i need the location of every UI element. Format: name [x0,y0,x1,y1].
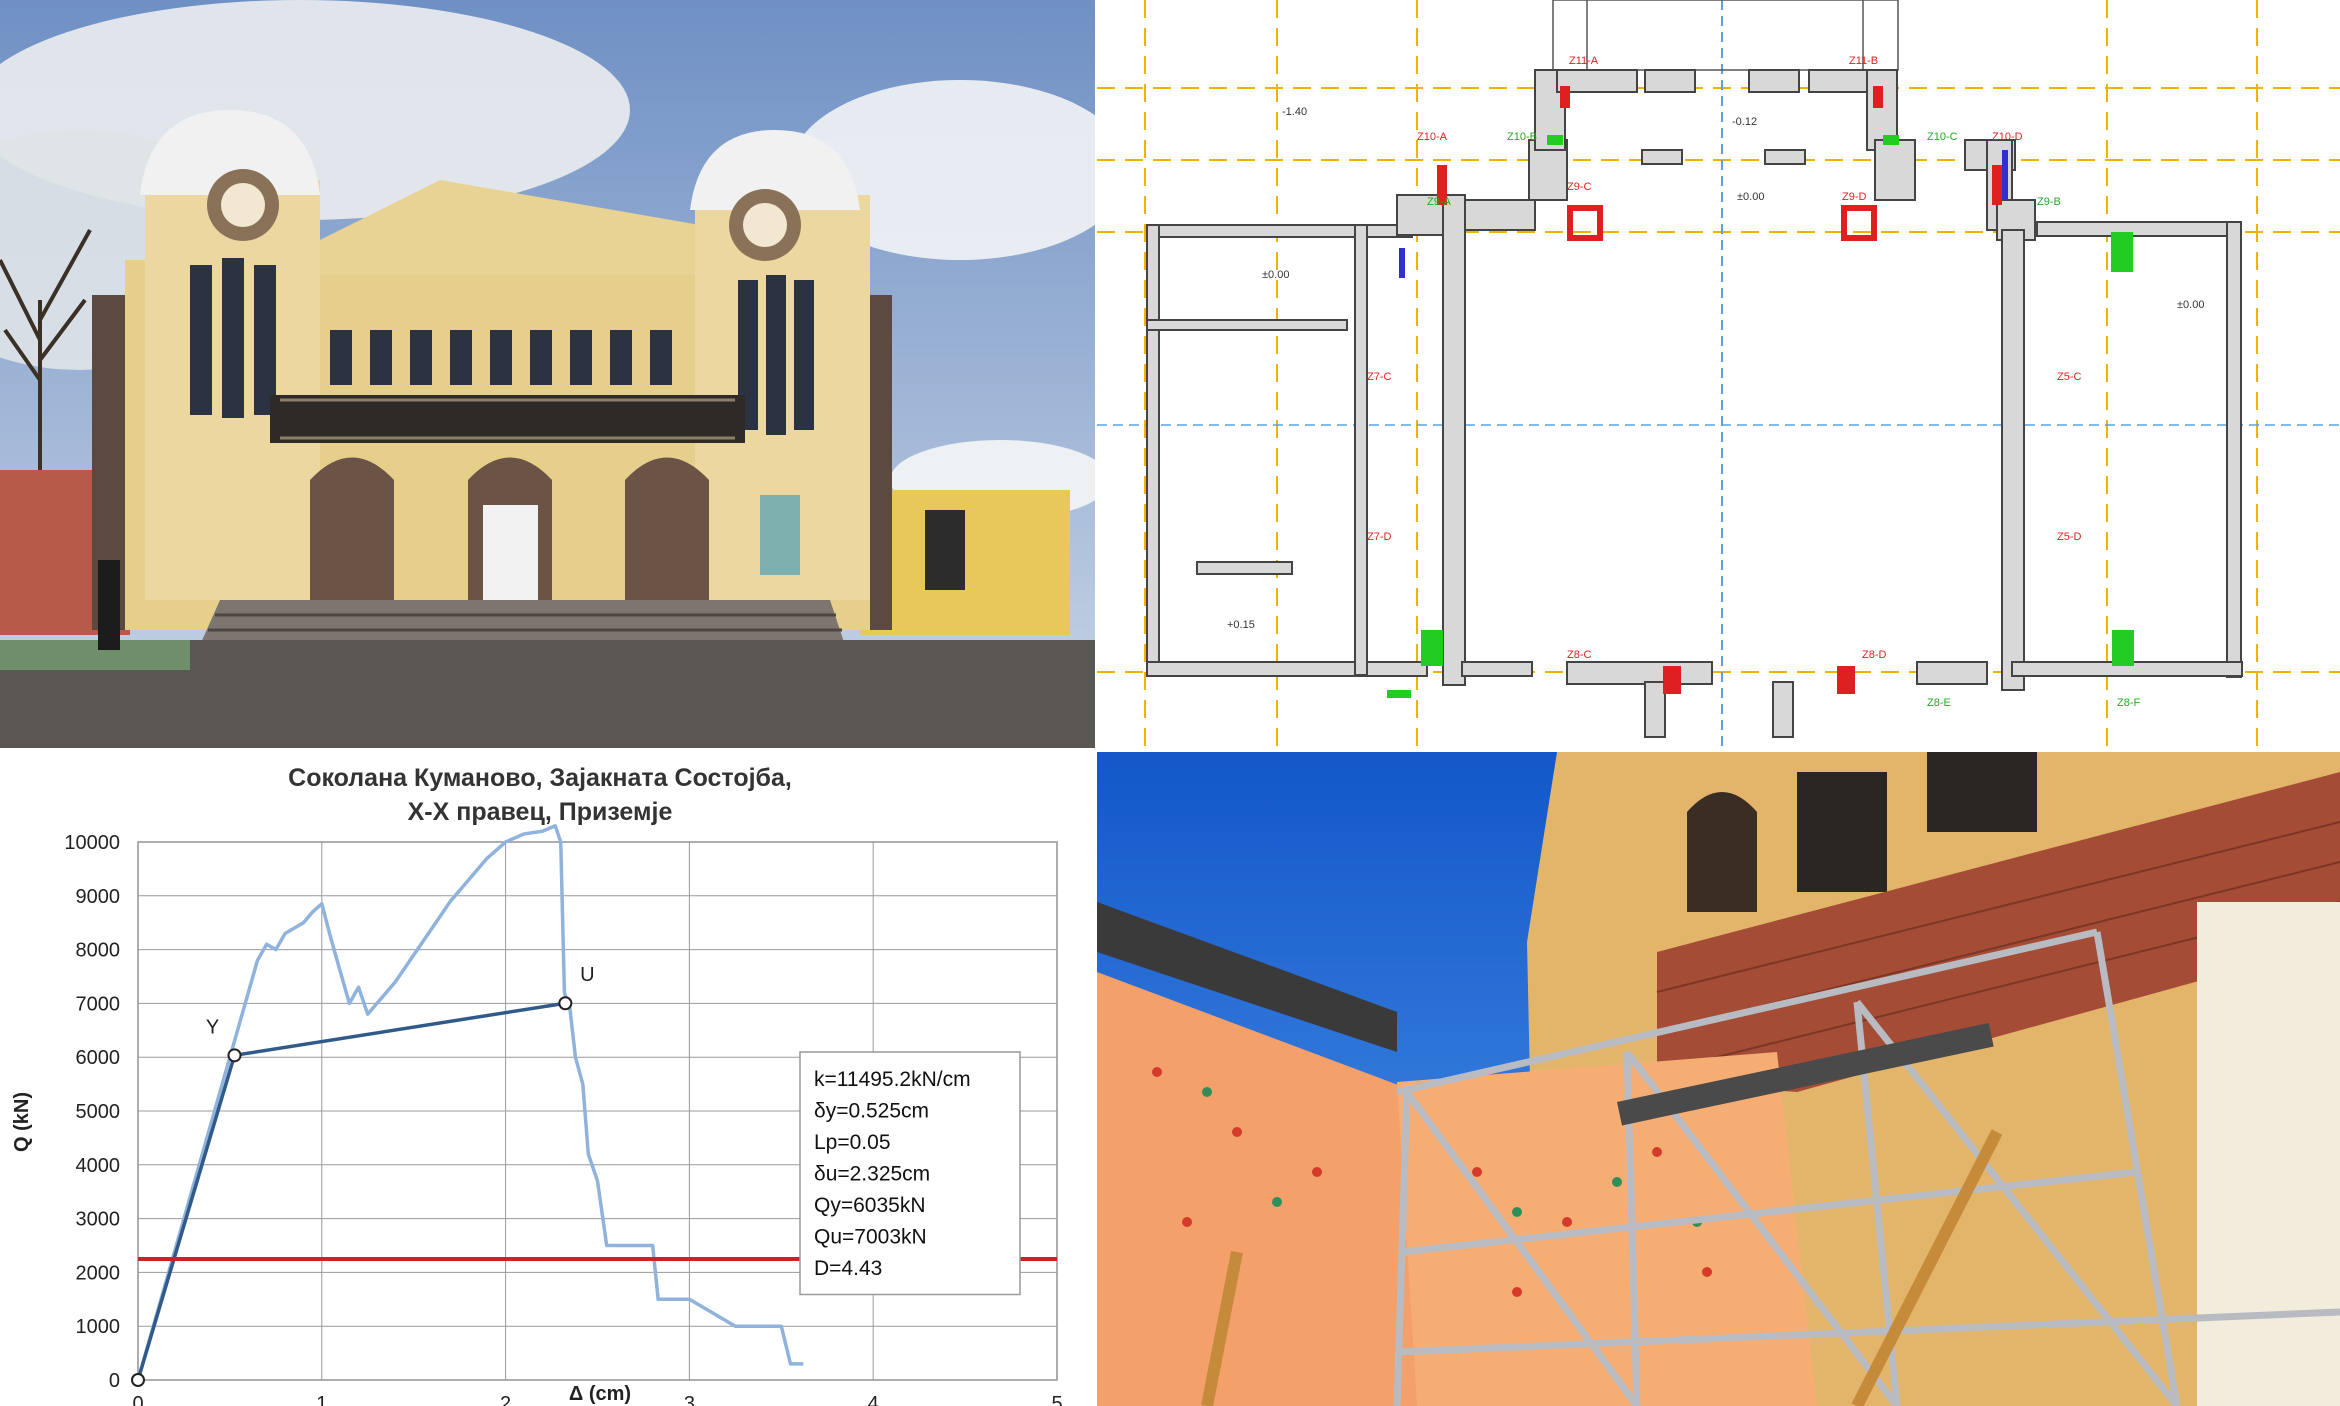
y-tick-label: 7000 [76,993,121,1015]
y-tick-label: 3000 [76,1209,121,1231]
chart-title-line2: X-X правец, Приземје [408,798,673,826]
chart-title-line1: Соколана Куманово, Зајакната Состојба, [288,764,792,792]
x-tick-label: 2 [500,1393,511,1406]
floor-plan-drawing: Z11-A Z11-B Z10-A Z10-D Z9-C Z9-D Z8-C Z… [1097,0,2340,748]
x-tick-label: 3 [684,1393,695,1406]
point-marker [131,1373,145,1387]
level-mark-2: -0.12 [1732,116,1757,128]
scaffolding-illustration [1097,752,2340,1406]
label-z11a: Z11-A [1569,55,1599,67]
label-z10b: Z10-B [1507,131,1537,143]
legend-entry: δu=2.325cm [814,1163,930,1186]
legend-entry: Lp=0.05 [814,1131,891,1154]
level-mark-5: ±0.00 [2177,299,2204,311]
level-mark-4: ±0.00 [1262,269,1289,281]
label-z7d: Z7-D [1367,531,1392,543]
chart-legend: k=11495.2kN/cm δy=0.525cm Lp=0.05 δu=2.325c… [799,1051,1021,1296]
legend-entry: Qy=6035kN [814,1194,925,1217]
y-tick-label: 8000 [76,940,121,962]
label-z5c: Z5-C [2057,371,2082,383]
building-photo [0,0,1095,748]
x-tick-label: 4 [868,1393,879,1406]
y-tick-label: 6000 [76,1047,121,1069]
legend-entry: δy=0.525cm [814,1100,929,1123]
pushover-chart-panel: Соколана Куманово, Зајакната Состојба, X… [0,752,1095,1406]
y-tick-label: 0 [109,1370,120,1392]
building-facade-illustration [0,0,1095,748]
x-tick-label: 1 [316,1393,327,1406]
label-z8f: Z8-F [2117,697,2141,709]
legend-entry: D=4.43 [814,1257,882,1280]
legend-entry: k=11495.2kN/cm [814,1068,971,1091]
level-mark-6: +0.15 [1227,619,1255,631]
label-z8e: Z8-E [1927,697,1951,709]
label-z10d: Z10-D [1992,131,2023,143]
level-mark-1: -1.40 [1282,106,1307,118]
x-tick-label: 0 [132,1393,143,1406]
label-z10c: Z10-C [1927,131,1958,143]
label-z9d: Z9-D [1842,191,1867,203]
label-z9c: Z9-C [1567,181,1592,193]
construction-site-photo [1097,752,2340,1406]
point-marker [558,996,573,1011]
y-tick-label: 9000 [76,886,121,908]
label-z10a: Z10-A [1417,131,1448,143]
point-label: Y [206,1016,219,1038]
x-axis-label: Δ (cm) [569,1383,631,1405]
label-z9b: Z9-B [2037,196,2061,208]
point-marker [227,1048,242,1063]
label-z5d: Z5-D [2057,531,2082,543]
pushover-chart: Соколана Куманово, Зајакната Состојба, X… [11,764,1063,1406]
y-tick-label: 10000 [64,832,120,854]
bilinear-idealization-line [136,1001,566,1381]
capacity-curve-line [136,824,804,1381]
label-z8d: Z8-D [1862,649,1887,661]
legend-entry: Qu=7003kN [814,1226,927,1249]
label-z8c: Z8-C [1567,649,1592,661]
point-label: U [580,964,594,986]
y-tick-label: 4000 [76,1155,121,1177]
y-axis-label: Q (kN) [11,1092,33,1152]
x-tick-label: 5 [1051,1393,1062,1406]
label-z11b: Z11-B [1849,55,1878,67]
label-z9a: Z9-A [1427,196,1452,208]
label-z7c: Z7-C [1367,371,1392,383]
level-mark-3: ±0.00 [1737,191,1764,203]
floor-plan-svg: Z11-A Z11-B Z10-A Z10-D Z9-C Z9-D Z8-C Z… [1097,0,2340,748]
y-tick-label: 1000 [76,1316,121,1338]
chart-points: YU [131,964,595,1387]
y-tick-label: 2000 [76,1262,121,1284]
y-tick-label: 5000 [76,1101,121,1123]
